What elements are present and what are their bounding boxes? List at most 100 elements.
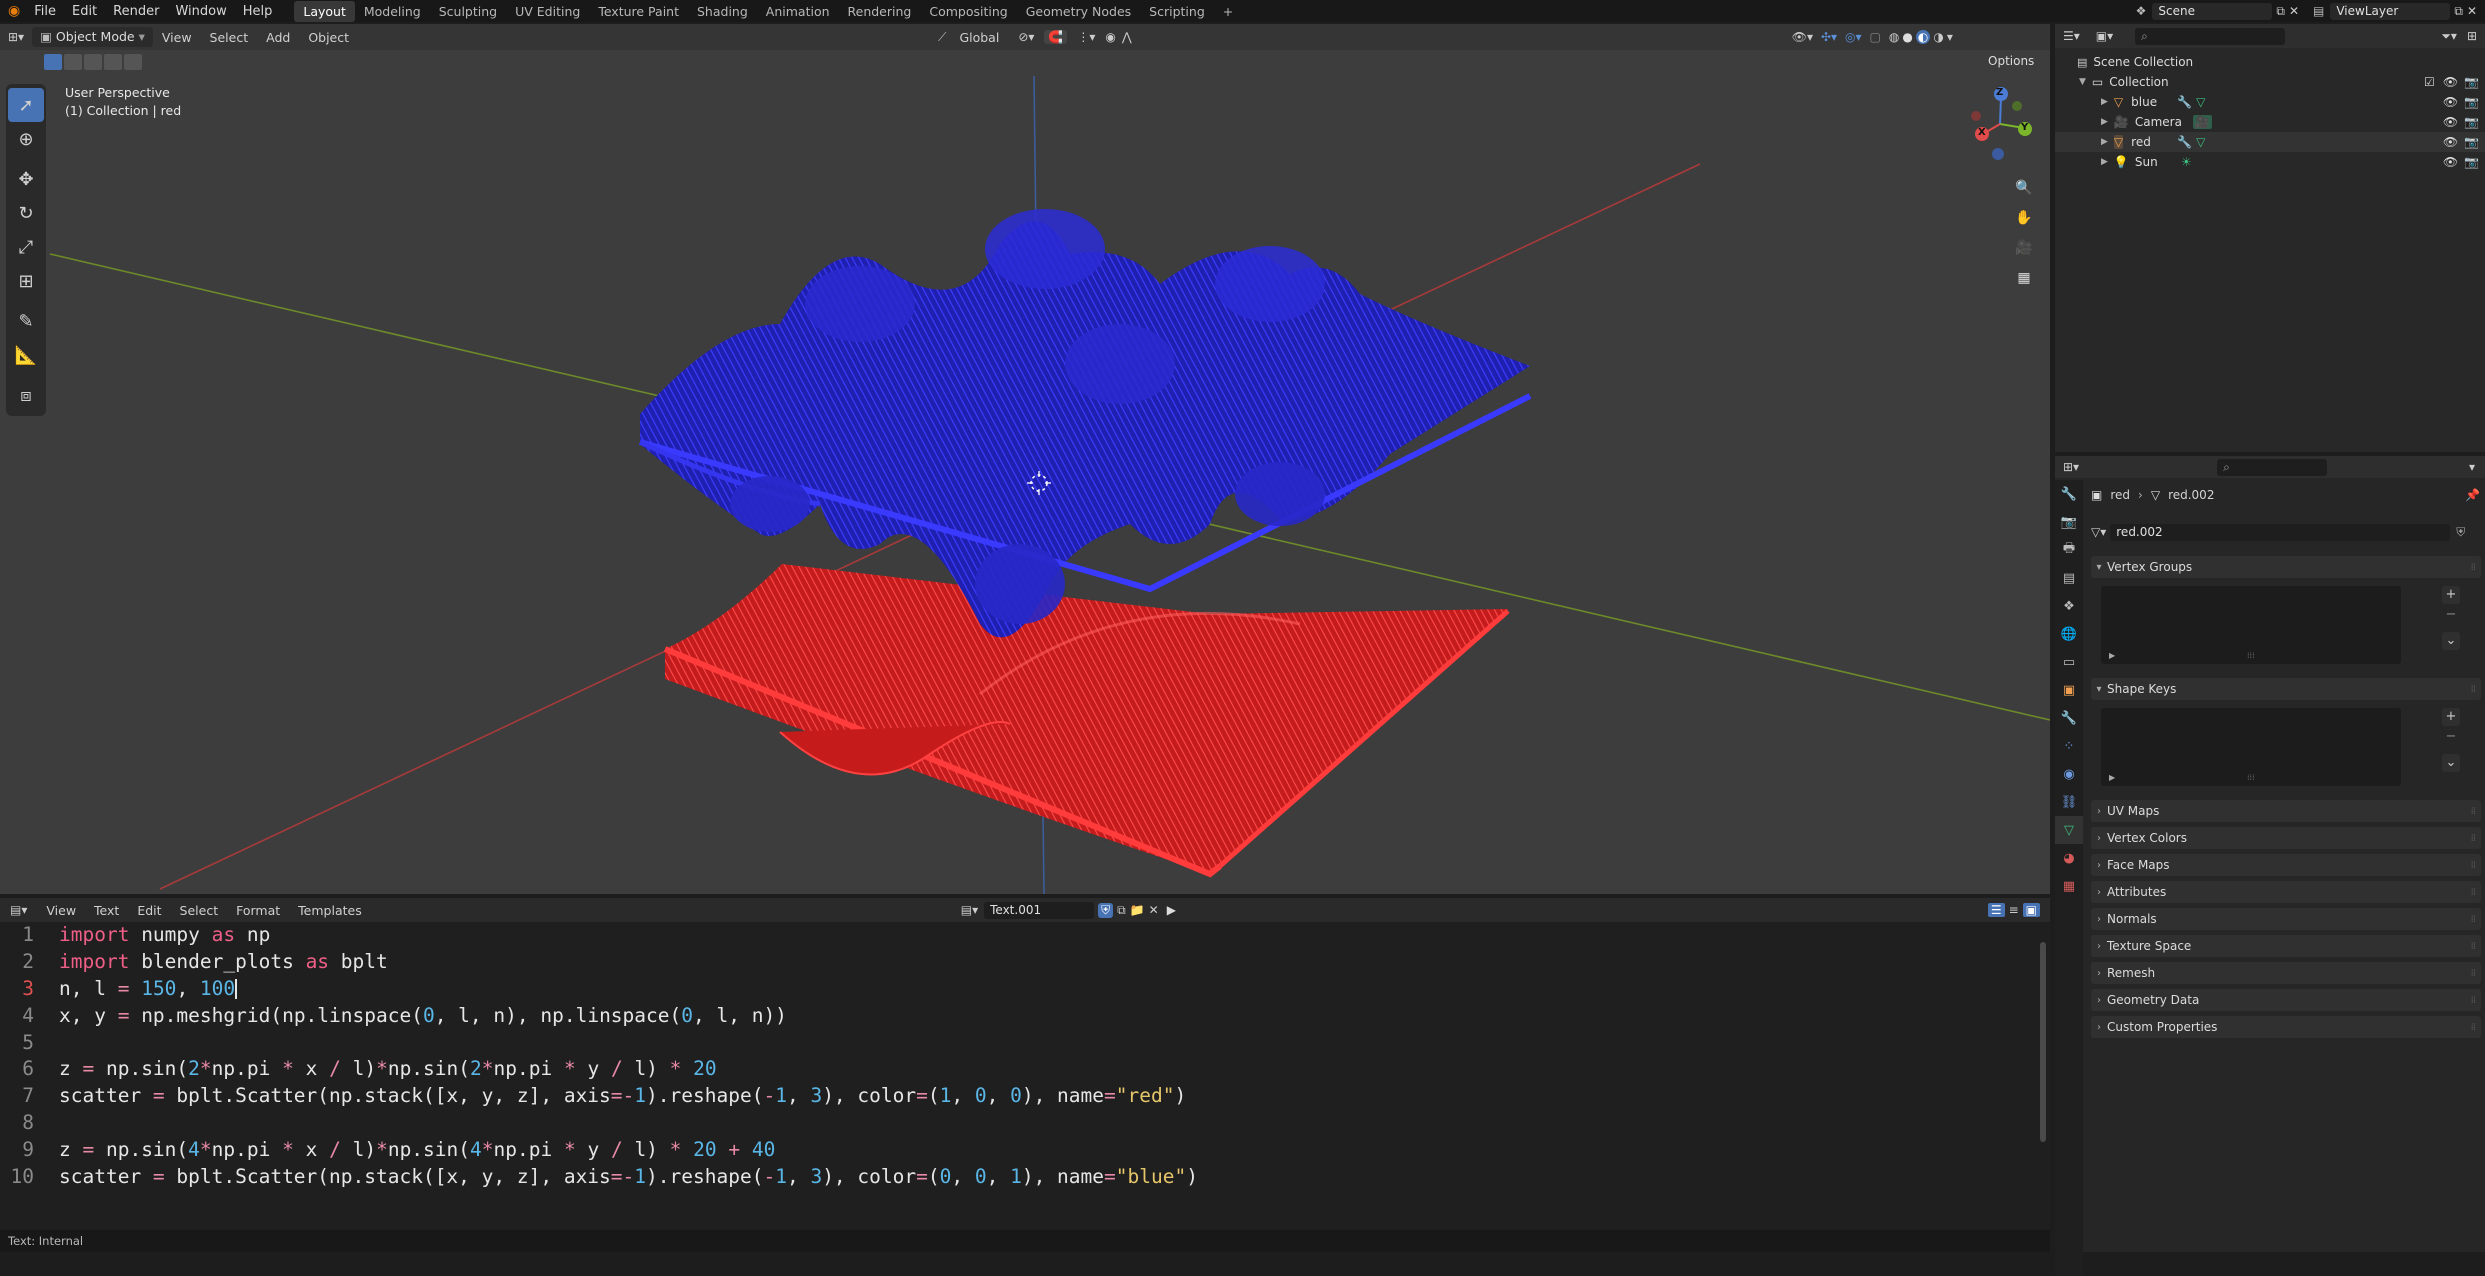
panel-grip-icon[interactable]: ⁞⁞: [2471, 968, 2476, 979]
shape-keys-list[interactable]: ▶ ⁞⁞⁞: [2101, 708, 2401, 786]
menu-edit[interactable]: Edit: [64, 4, 105, 19]
list-expand-icon[interactable]: ▶: [2109, 773, 2115, 782]
tab-world[interactable]: 🌐: [2055, 620, 2083, 648]
code-line[interactable]: [59, 1030, 1198, 1057]
add-shape-key-button[interactable]: +: [2442, 708, 2460, 726]
panel-vertex-groups[interactable]: ▾ Vertex Groups ⁞⁞: [2091, 556, 2481, 578]
code-line[interactable]: import numpy as np: [59, 922, 1198, 949]
panel-grip-icon[interactable]: ⁞⁞: [2471, 806, 2476, 817]
properties-type-icon[interactable]: ⊞▾: [2055, 460, 2087, 474]
tab-compositing[interactable]: Compositing: [920, 1, 1016, 22]
outliner-item-blue[interactable]: ▶ ▽ blue 🔧 ▽ 👁 📷: [2055, 92, 2485, 112]
snap-icon[interactable]: 🧲: [1044, 30, 1068, 44]
tab-sculpting[interactable]: Sculpting: [430, 1, 506, 22]
tab-constraints[interactable]: ⛓: [2055, 788, 2083, 816]
cursor-tool[interactable]: ⊕: [8, 122, 44, 156]
render-camera-icon[interactable]: 📷: [2464, 135, 2479, 149]
eye-icon[interactable]: 👁: [2443, 115, 2458, 129]
menu-window[interactable]: Window: [167, 4, 234, 19]
delete-scene-icon[interactable]: ✕: [2289, 4, 2299, 18]
text-datablock-field[interactable]: Text.001: [984, 901, 1095, 919]
pin-icon[interactable]: 📌: [2465, 488, 2480, 502]
select-intersect-icon[interactable]: [124, 54, 142, 70]
unlink-text-icon[interactable]: ✕: [1149, 903, 1159, 917]
gizmo-toggle-icon[interactable]: ✣▾: [1821, 30, 1837, 44]
panel-shape-keys[interactable]: ▾ Shape Keys ⁞⁞: [2091, 678, 2481, 700]
code-line[interactable]: import blender_plots as bplt: [59, 949, 1198, 976]
camera-view-button[interactable]: 🎥: [2010, 234, 2038, 262]
panel-normals[interactable]: › Normals ⁞⁞: [2091, 908, 2481, 930]
tab-physics[interactable]: ◉: [2055, 760, 2083, 788]
select-box-tool[interactable]: ➚: [8, 88, 44, 122]
fake-user-icon[interactable]: ⛨: [1098, 902, 1114, 918]
outliner-item-camera[interactable]: ▶ 🎥 Camera 🎥 👁 📷: [2055, 112, 2485, 132]
list-resize-grip-icon[interactable]: ⁞⁞⁞: [2247, 773, 2255, 782]
tab-output[interactable]: 🖶: [2055, 536, 2083, 564]
text-editor-type-icon[interactable]: ▤▾: [0, 903, 37, 917]
tab-uv-editing[interactable]: UV Editing: [506, 1, 589, 22]
add-workspace-button[interactable]: +: [1214, 1, 1242, 22]
xray-icon[interactable]: ▢: [1870, 30, 1881, 44]
add-vertex-group-button[interactable]: +: [2442, 586, 2460, 604]
tab-particles[interactable]: ⁘: [2055, 732, 2083, 760]
eye-icon[interactable]: 👁: [2443, 135, 2458, 149]
text-editor[interactable]: 1 2 3 4 5 6 7 8 9 10 import numpy as np import ble…: [0, 922, 2050, 1230]
tab-collection[interactable]: ▭: [2055, 648, 2083, 676]
code-line[interactable]: scatter = bplt.Scatter(np.stack([x, y, z…: [59, 1164, 1198, 1191]
ortho-toggle-button[interactable]: ▦: [2010, 264, 2038, 292]
vertex-groups-list[interactable]: ▶ ⁞⁞⁞: [2101, 586, 2401, 664]
overlay-toggle-icon[interactable]: ◎▾: [1845, 30, 1862, 44]
move-tool[interactable]: ✥: [8, 162, 44, 196]
vertex-group-specials-button[interactable]: ⌄: [2442, 632, 2460, 650]
tab-geometry-nodes[interactable]: Geometry Nodes: [1017, 1, 1140, 22]
text-editor-scrollbar[interactable]: [2040, 942, 2046, 1142]
fake-user-shield-icon[interactable]: ⛨: [2456, 525, 2465, 540]
pan-button[interactable]: ✋: [2010, 204, 2038, 232]
filter-icon[interactable]: ⏷▾: [2441, 29, 2457, 44]
menu-file[interactable]: File: [26, 4, 64, 19]
outliner-type-icon[interactable]: ☰▾: [2055, 29, 2088, 43]
red-mesh-object[interactable]: [663, 564, 1510, 878]
panel-grip-icon[interactable]: ⁞⁞: [2471, 941, 2476, 952]
panel-attributes[interactable]: › Attributes ⁞⁞: [2091, 881, 2481, 903]
transform-orientation-dropdown[interactable]: Global: [950, 30, 1008, 45]
view-layer-field[interactable]: ViewLayer: [2330, 2, 2451, 20]
expand-collection-icon[interactable]: ▼: [2079, 77, 2086, 87]
viewport-scene[interactable]: [0, 24, 2050, 894]
render-camera-icon[interactable]: 📷: [2464, 115, 2479, 129]
collection-checkbox[interactable]: ☑: [2424, 75, 2435, 89]
visibility-icon[interactable]: 👁▾: [1792, 30, 1813, 44]
code-line[interactable]: [59, 1110, 1198, 1137]
new-view-layer-icon[interactable]: ⧉: [2454, 4, 2463, 19]
tab-layout[interactable]: Layout: [294, 0, 355, 22]
tab-view-layer[interactable]: ▤: [2055, 564, 2083, 592]
options-dropdown[interactable]: Options: [1980, 52, 2042, 70]
panel-grip-icon[interactable]: ⁞⁞: [2471, 860, 2476, 871]
3d-viewport[interactable]: Z Y X ⊞▾ ▣ Object Mode ▾ View Select Add…: [0, 24, 2050, 894]
shading-options-icon[interactable]: ▾: [1947, 30, 1953, 44]
te-menu-select[interactable]: Select: [171, 903, 228, 918]
new-collection-icon[interactable]: ⊞: [2467, 29, 2477, 43]
select-subtract-icon[interactable]: [84, 54, 102, 70]
shading-wireframe-icon[interactable]: ◍: [1889, 30, 1899, 44]
blender-logo-icon[interactable]: ◉: [0, 3, 26, 19]
expand-icon[interactable]: ▶: [2101, 137, 2108, 147]
new-scene-icon[interactable]: ⧉: [2276, 4, 2285, 19]
mesh-name-field[interactable]: red.002: [2110, 523, 2451, 541]
outliner-search-field[interactable]: ⌕: [2135, 27, 2286, 45]
mesh-browse-icon[interactable]: ▽▾: [2091, 525, 2106, 539]
viewport-menu-object[interactable]: Object: [299, 30, 358, 45]
expand-icon[interactable]: ▶: [2101, 97, 2108, 107]
list-resize-grip-icon[interactable]: ⁞⁞⁞: [2247, 651, 2255, 660]
panel-remesh[interactable]: › Remesh ⁞⁞: [2091, 962, 2481, 984]
panel-grip-icon[interactable]: ⁞⁞: [2471, 995, 2476, 1006]
te-menu-templates[interactable]: Templates: [289, 903, 371, 918]
panel-uv-maps[interactable]: › UV Maps ⁞⁞: [2091, 800, 2481, 822]
scene-field[interactable]: Scene: [2152, 2, 2273, 20]
viewport-menu-add[interactable]: Add: [257, 30, 299, 45]
run-script-icon[interactable]: ▶: [1167, 903, 1176, 917]
code-line[interactable]: x, y = np.meshgrid(np.linspace(0, l, n),…: [59, 1003, 1198, 1030]
te-menu-format[interactable]: Format: [227, 903, 289, 918]
select-difference-icon[interactable]: [104, 54, 122, 70]
breadcrumb-mesh[interactable]: red.002: [2168, 488, 2214, 502]
